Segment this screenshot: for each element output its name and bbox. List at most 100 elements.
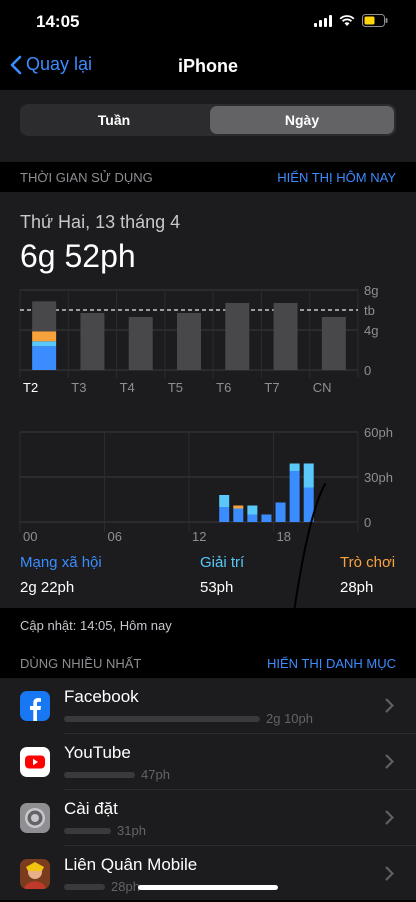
x-tick-label: CN [313, 380, 332, 395]
hourly-bar [219, 495, 230, 507]
hourly-bar [261, 514, 272, 522]
hourly-bar [233, 505, 244, 509]
segment-container: Tuần Ngày [0, 90, 416, 162]
youtube-icon [20, 747, 50, 777]
show-today-link[interactable]: HIỂN THỊ HÔM NAY [277, 170, 396, 185]
status-time: 14:05 [36, 12, 80, 31]
app-name: Cài đặt [64, 799, 118, 818]
y-tick-label: 30ph [364, 470, 393, 485]
app-name: Facebook [64, 687, 139, 706]
battery-icon [362, 14, 388, 27]
chevron-right-icon [385, 698, 394, 713]
weekly-bar [321, 317, 346, 370]
category-entertainment-name: Giải trí [200, 554, 245, 571]
most-used-title: DÙNG NHIỀU NHẤT [20, 656, 142, 671]
category-entertainment-value: 53ph [200, 579, 234, 596]
weekly-usage-chart: T2 T3 T4 T5 T6 T7 CN 8g tb 4g 0 [19, 284, 378, 395]
hourly-bar [303, 463, 314, 488]
x-tick-label: 18 [277, 529, 291, 544]
x-tick-label: T6 [216, 380, 231, 395]
app-time: 2g 10ph [266, 711, 313, 726]
segment-day[interactable]: Ngày [210, 106, 394, 134]
most-used-header: DÙNG NHIỀU NHẤT HIỂN THỊ DANH MỤC [0, 648, 416, 678]
hourly-bar [247, 505, 258, 515]
usage-section-title: THỜI GIAN SỬ DỤNG [20, 170, 153, 185]
app-usage-bar [64, 772, 135, 778]
y-tick-label: 8g [364, 284, 378, 298]
app-row-youtube[interactable]: YouTube 47ph [0, 734, 416, 790]
x-tick-label: 12 [192, 529, 206, 544]
app-usage-bar [64, 828, 111, 834]
usage-section-header: THỜI GIAN SỬ DỤNG HIỂN THỊ HÔM NAY [0, 162, 416, 192]
weekly-bar [32, 341, 57, 347]
y-tick-label: 4g [364, 323, 378, 338]
weekly-bar [32, 346, 57, 370]
hourly-bar [303, 487, 314, 522]
y-tick-label: 60ph [364, 426, 393, 440]
app-row-settings[interactable]: Cài đặt 31ph [0, 790, 416, 846]
x-tick-label: 00 [23, 529, 37, 544]
weekly-bar [177, 313, 201, 370]
hourly-usage-chart: 00 06 12 18 60ph 30ph 0 [19, 426, 393, 544]
x-tick-label: T2 [23, 380, 38, 395]
app-usage-bar [64, 716, 260, 722]
chevron-right-icon [385, 754, 394, 769]
wifi-icon [339, 14, 355, 26]
y-tick-label: tb [364, 303, 375, 318]
category-entertainment[interactable]: Giải trí 53ph [200, 554, 244, 596]
app-row-facebook[interactable]: Facebook 2g 10ph [0, 678, 416, 734]
x-tick-label: T3 [71, 380, 86, 395]
chevron-right-icon [385, 866, 394, 881]
weekly-bar [32, 331, 57, 342]
hourly-bar [289, 471, 300, 522]
app-usage-bar [64, 884, 105, 890]
category-games-name: Trò chơi [340, 554, 396, 571]
weekly-bar [32, 301, 57, 332]
cellular-signal-icon [314, 14, 332, 27]
chevron-right-icon [385, 810, 394, 825]
weekly-bar [273, 303, 298, 370]
app-row-lien-quan-mobile[interactable]: Liên Quân Mobile 28ph [0, 846, 416, 902]
app-time: 47ph [141, 767, 170, 782]
category-games[interactable]: Trò chơi 28ph [340, 554, 395, 596]
home-indicator[interactable] [138, 885, 278, 890]
app-time: 28ph [111, 879, 140, 894]
category-social[interactable]: Mạng xã hội 2g 22ph [20, 554, 102, 596]
hourly-bar [289, 463, 300, 471]
most-used-apps-list: Facebook 2g 10ph YouTube 47ph Cài đặt 31… [0, 678, 416, 900]
navigation-bar: Quay lại iPhone [0, 46, 416, 90]
weekly-bar [225, 303, 250, 370]
updated-bar: Cập nhật: 14:05, Hôm nay [0, 608, 416, 642]
show-categories-link[interactable]: HIỂN THỊ DANH MỤC [267, 656, 396, 671]
category-social-value: 2g 22ph [20, 579, 75, 596]
category-games-value: 28ph [340, 579, 374, 596]
week-day-segmented-control: Tuần Ngày [20, 104, 396, 136]
x-tick-label: 06 [108, 529, 122, 544]
segment-week[interactable]: Tuần [22, 106, 206, 134]
y-tick-label: 0 [364, 363, 371, 378]
app-name: YouTube [64, 743, 131, 762]
total-screen-time: 6g 52ph [20, 238, 136, 274]
status-bar: 14:05 [0, 0, 416, 46]
y-tick-label: 0 [364, 515, 371, 530]
hourly-bar [275, 502, 286, 522]
date-label: Thứ Hai, 13 tháng 4 [20, 212, 181, 232]
hourly-bar [219, 507, 230, 522]
updated-label: Cập nhật: 14:05, Hôm nay [20, 618, 172, 633]
x-tick-label: T5 [168, 380, 183, 395]
hourly-bar [233, 508, 244, 522]
settings-icon [20, 803, 50, 833]
app-time: 31ph [117, 823, 146, 838]
app-name: Liên Quân Mobile [64, 855, 198, 874]
page-title: iPhone [177, 56, 238, 76]
status-icons [314, 14, 388, 27]
weekly-bar [128, 317, 153, 370]
game-icon [20, 859, 50, 889]
usage-card: Thứ Hai, 13 tháng 4 6g 52ph T2 T3 T4 T5 T6 T7… [0, 192, 416, 758]
x-tick-label: T7 [264, 380, 279, 395]
facebook-icon [20, 691, 50, 721]
x-tick-label: T4 [120, 380, 135, 395]
hourly-bar [247, 514, 258, 522]
category-social-name: Mạng xã hội [20, 554, 102, 571]
weekly-bar [80, 313, 105, 370]
